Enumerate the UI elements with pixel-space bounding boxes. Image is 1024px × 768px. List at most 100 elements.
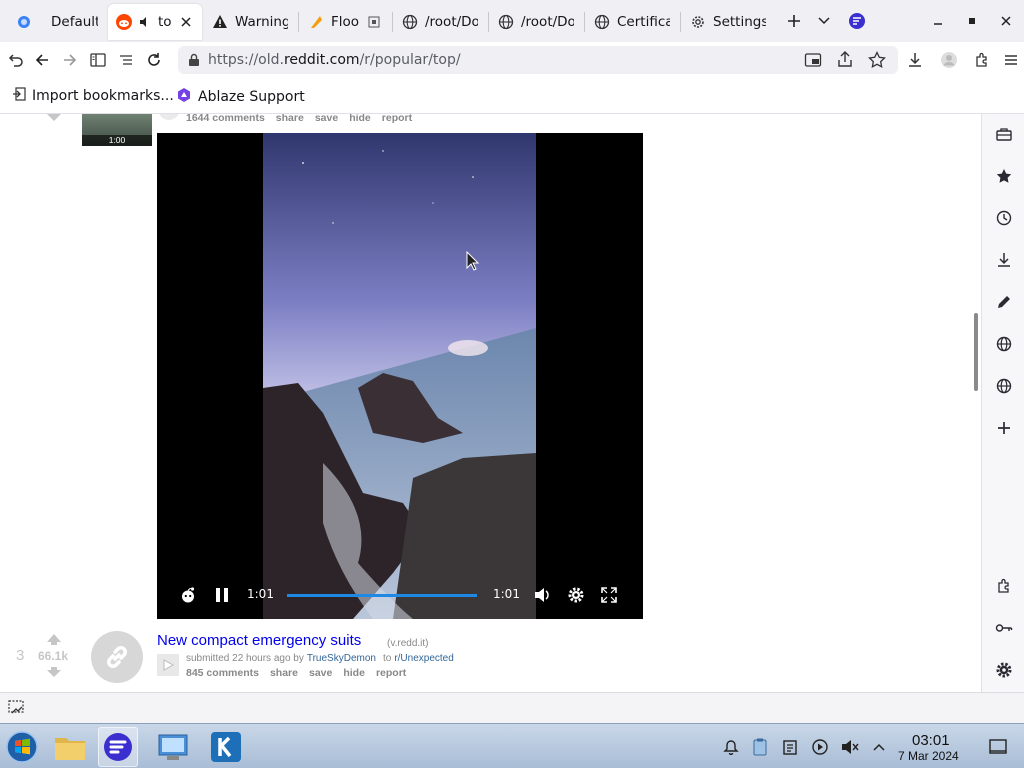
gear-icon	[690, 14, 706, 30]
upvote-arrow-icon[interactable]	[46, 633, 62, 649]
volume-muted-icon[interactable]	[840, 737, 860, 757]
tab-settings[interactable]: Settings	[682, 4, 774, 40]
web-panel-globe-icon[interactable]	[993, 333, 1015, 355]
expando-play-icon[interactable]	[157, 654, 179, 676]
navigation-toolbar: https://old.reddit.com/r/popular/top/	[0, 42, 1024, 78]
minimize-button[interactable]	[927, 10, 949, 32]
post-title-link[interactable]: New compact emergency suits	[157, 632, 361, 649]
tree-tabs-icon[interactable]	[114, 48, 138, 72]
extensions-icon[interactable]	[970, 48, 994, 72]
briefcase-icon[interactable]	[993, 123, 1015, 145]
save-link[interactable]: save	[315, 114, 338, 124]
share-link[interactable]: share	[270, 667, 298, 679]
clipboard-tray-icon[interactable]	[750, 737, 770, 757]
report-link[interactable]: report	[382, 114, 412, 124]
settings-gear-icon[interactable]	[993, 659, 1015, 681]
reddit-logo-icon[interactable]	[179, 586, 197, 608]
list-all-tabs-button[interactable]	[813, 10, 835, 32]
expando-button[interactable]	[158, 114, 180, 120]
forward-button[interactable]	[58, 48, 82, 72]
reload-button[interactable]	[142, 48, 166, 72]
close-tab-icon[interactable]	[178, 14, 194, 30]
hide-link[interactable]: hide	[343, 667, 365, 679]
floorp-taskbar-icon[interactable]	[98, 727, 138, 767]
tray-expand-chevron-icon[interactable]	[869, 737, 889, 757]
notes-pencil-icon[interactable]	[993, 291, 1015, 313]
web-panel-globe-icon[interactable]	[993, 375, 1015, 397]
hide-link[interactable]: hide	[349, 114, 371, 124]
kde-connect-icon[interactable]	[206, 727, 246, 767]
new-tab-button[interactable]	[783, 10, 805, 32]
import-bookmarks-button[interactable]: Import bookmarks...	[12, 87, 174, 105]
post-thumbnail[interactable]: 1:00	[82, 114, 152, 146]
comments-link[interactable]: 1644 comments	[186, 114, 265, 124]
url-bar[interactable]: https://old.reddit.com/r/popular/top/	[178, 46, 898, 74]
media-play-icon[interactable]	[810, 737, 830, 757]
subreddit-link[interactable]: r/Unexpected	[394, 653, 453, 664]
settings-gear-icon[interactable]	[567, 586, 585, 608]
downloads-icon[interactable]	[993, 249, 1015, 271]
comments-link[interactable]: 845 comments	[186, 667, 259, 679]
clipboard-manager-icon[interactable]	[780, 737, 800, 757]
import-icon	[12, 87, 26, 105]
sidebar-toggle-icon[interactable]	[86, 48, 110, 72]
app-menu-icon[interactable]	[999, 48, 1023, 72]
share-link[interactable]: share	[276, 114, 304, 124]
history-clock-icon[interactable]	[993, 207, 1015, 229]
pause-icon[interactable]	[214, 587, 230, 607]
ablaze-icon	[176, 87, 192, 107]
start-menu-button[interactable]	[2, 727, 42, 767]
link-thumbnail-icon[interactable]	[91, 631, 143, 683]
share-icon[interactable]	[836, 50, 854, 72]
notifications-bell-icon[interactable]	[721, 737, 741, 757]
post-domain[interactable]: (v.redd.it)	[387, 638, 429, 649]
passwords-key-icon[interactable]	[993, 617, 1015, 639]
bookmark-star-icon[interactable]	[868, 50, 886, 73]
lock-icon[interactable]	[188, 53, 200, 71]
tab-root-dow-2[interactable]: /root/Dow	[490, 4, 582, 40]
picture-in-picture-icon[interactable]	[804, 51, 822, 73]
file-manager-icon[interactable]	[50, 727, 90, 767]
floorp-menu-icon[interactable]	[846, 10, 868, 32]
screenshot-tool-icon[interactable]	[8, 700, 26, 720]
firefox-profile-icon	[16, 14, 32, 30]
volume-icon[interactable]	[533, 586, 551, 608]
addons-puzzle-icon[interactable]	[993, 575, 1015, 597]
page-scrollbar[interactable]	[974, 313, 978, 391]
post-tagline: submitted 22 hours ago by TrueSkyDemon t…	[186, 653, 454, 664]
tab-floorp[interactable]: Floorp	[300, 4, 390, 40]
browser-sidebar	[981, 114, 1024, 692]
add-panel-plus-icon[interactable]	[993, 417, 1015, 439]
bookmarks-star-icon[interactable]	[993, 165, 1015, 187]
undo-close-tab-icon[interactable]	[3, 48, 27, 72]
tab-reddit-top[interactable]: top	[108, 4, 202, 40]
clock-time[interactable]: 03:01	[912, 732, 950, 749]
report-link[interactable]: report	[376, 667, 406, 679]
control-panel-icon[interactable]	[153, 727, 193, 767]
submitted-text: submitted 22 hours ago by	[186, 653, 304, 664]
downvote-arrow-icon[interactable]	[46, 114, 62, 127]
tab-default[interactable]: Default	[8, 4, 106, 40]
bookmark-label: Import bookmarks...	[32, 88, 174, 104]
author-link[interactable]: TrueSkyDemon	[307, 653, 376, 664]
clock-date[interactable]: 7 Mar 2024	[898, 749, 959, 763]
tab-certificate[interactable]: Certificat	[586, 4, 678, 40]
back-button[interactable]	[30, 48, 54, 72]
bookmark-ablaze-support[interactable]: Ablaze Support	[176, 87, 305, 107]
downvote-arrow-icon[interactable]	[46, 666, 62, 682]
fullscreen-icon[interactable]	[601, 587, 617, 607]
speaker-icon[interactable]	[139, 14, 151, 30]
show-desktop-icon[interactable]	[988, 737, 1008, 757]
save-link[interactable]: save	[309, 667, 332, 679]
to-text: to	[382, 653, 392, 664]
video-progress-bar[interactable]	[287, 594, 477, 597]
tab-root-dow-1[interactable]: /root/Dow	[394, 4, 486, 40]
video-player[interactable]: 1:01 1:01	[157, 133, 643, 619]
close-window-button[interactable]	[995, 10, 1017, 32]
tab-warning[interactable]: Warning:	[204, 4, 296, 40]
post-score: 66.1k	[38, 649, 69, 663]
maximize-button[interactable]	[961, 10, 983, 32]
tab-strip: Default top Warning: Floorp /root/D	[0, 0, 1024, 42]
account-avatar-icon[interactable]	[937, 48, 961, 72]
downloads-icon[interactable]	[903, 48, 927, 72]
